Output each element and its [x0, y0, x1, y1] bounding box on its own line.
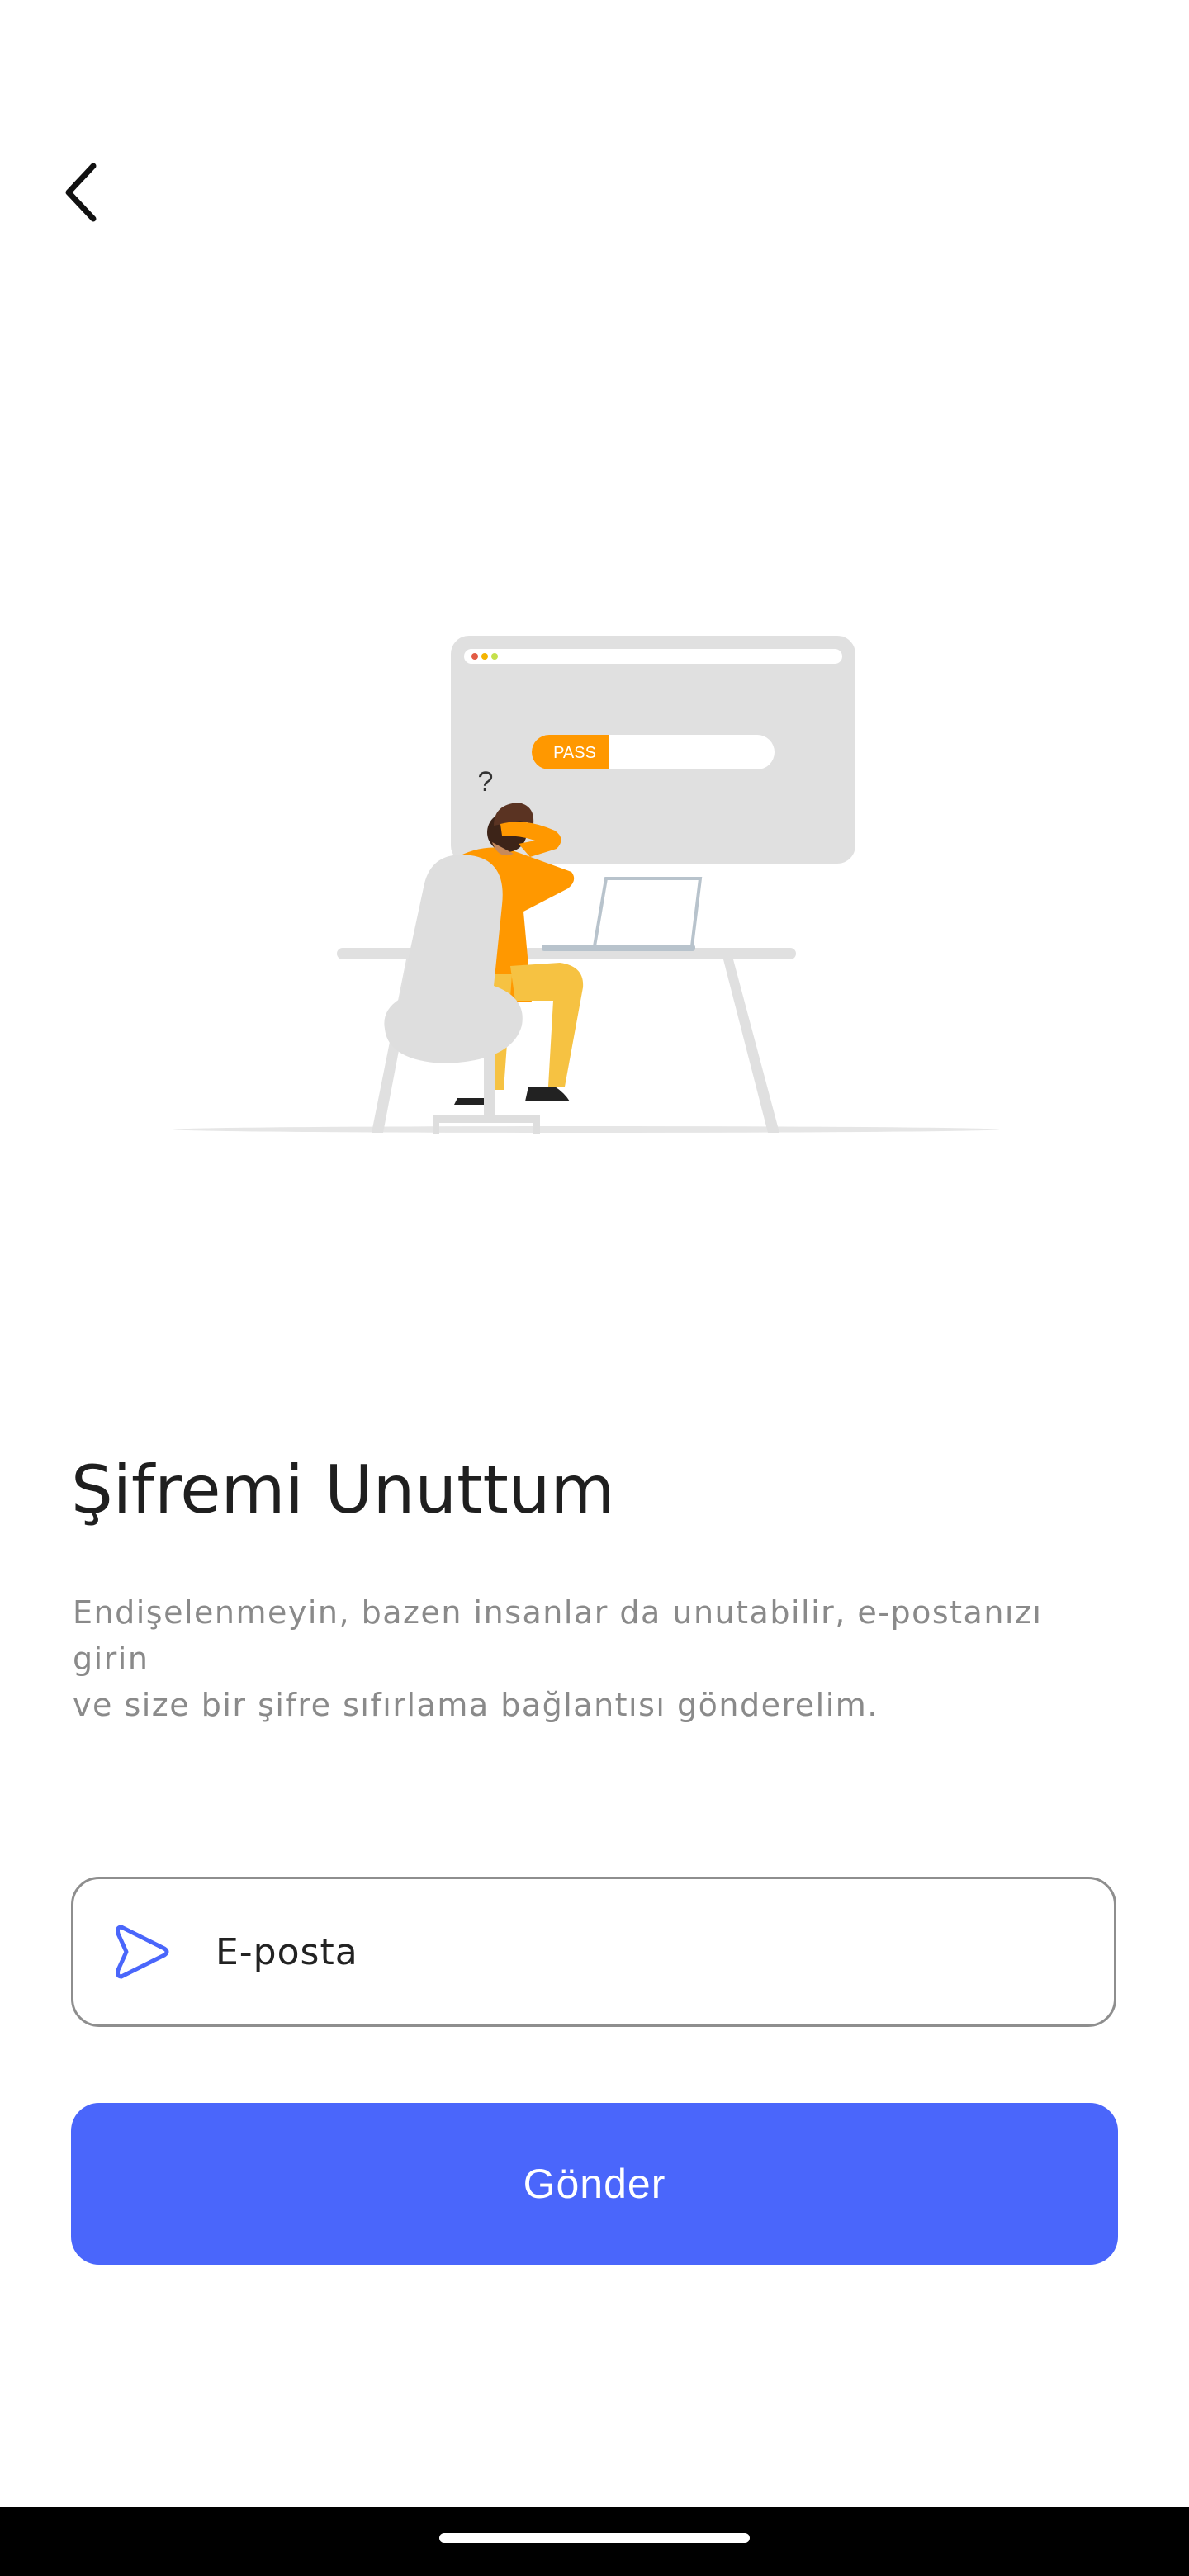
back-button[interactable] — [48, 155, 114, 230]
home-indicator[interactable] — [439, 2533, 750, 2543]
page-title: Şifremi Unuttum — [71, 1451, 615, 1528]
page-description: Endişelenmeyin, bazen insanlar da unutab… — [73, 1589, 1130, 1728]
question-mark: ? — [478, 766, 494, 798]
submit-button-label: Gönder — [523, 2161, 666, 2207]
description-line-1: Endişelenmeyin, bazen insanlar da unutab… — [73, 1594, 1043, 1677]
forgot-password-illustration: PASS ? — [173, 636, 999, 1134]
send-arrow-icon — [110, 1920, 173, 1983]
email-placeholder[interactable]: E-posta — [216, 1931, 358, 1973]
description-line-2: ve size bir şifre sıfırlama bağlantısı g… — [73, 1687, 879, 1723]
email-field[interactable]: E-posta — [71, 1877, 1116, 2027]
system-navigation-bar — [0, 2507, 1189, 2576]
password-label: PASS — [553, 744, 596, 762]
submit-button[interactable]: Gönder — [71, 2103, 1118, 2265]
chevron-left-icon — [65, 163, 97, 222]
